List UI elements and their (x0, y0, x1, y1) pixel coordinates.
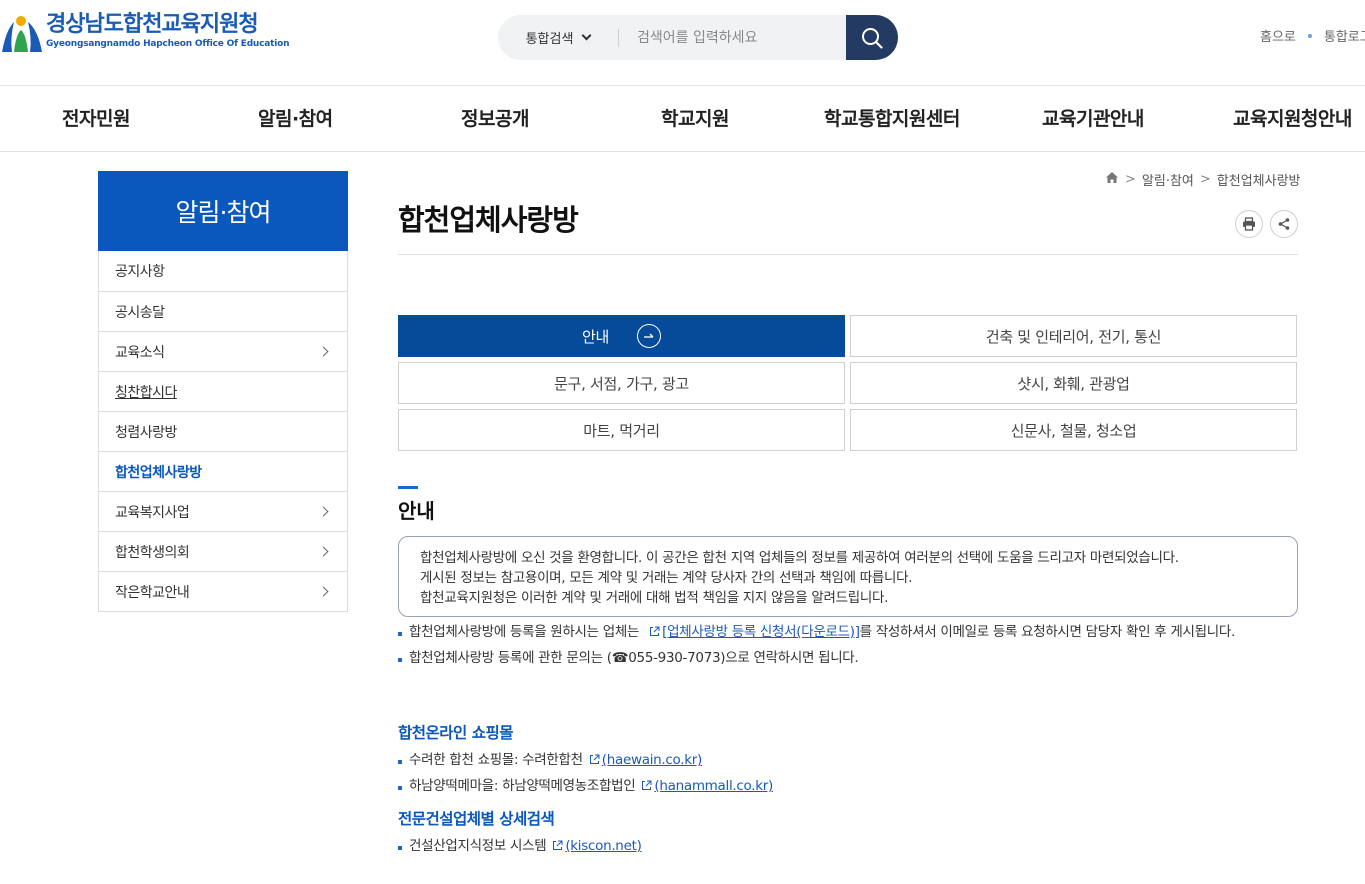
tab-mart-food[interactable]: 마트, 먹거리 (398, 409, 845, 451)
print-button[interactable] (1235, 210, 1263, 238)
gnb-institutions[interactable]: 교육기관안내 (1042, 86, 1144, 152)
search-input[interactable] (619, 15, 846, 60)
chevron-down-icon (581, 30, 592, 41)
side-nav-list: 공지사항 공시송달 교육소식 칭찬합시다 청렴사랑방 합천업체사랑방 교육복지사… (98, 251, 348, 612)
chevron-right-icon (318, 346, 329, 357)
search-button[interactable] (846, 15, 898, 60)
gnb-information-disclosure[interactable]: 정보공개 (461, 86, 529, 152)
notice-box: 합천업체사랑방에 오신 것을 환영합니다. 이 공간은 합천 지역 업체들의 정… (398, 536, 1298, 617)
external-link-icon (642, 780, 652, 790)
notice-line: 합천교육지원청은 이러한 계약 및 거래에 대해 법적 책임을 지지 않음을 알… (420, 590, 889, 606)
notice-line: 게시된 정보는 참고용이며, 모든 계약 및 거래는 계약 당사자 간의 선택과… (420, 570, 913, 586)
page-title: 합천업체사랑방 (398, 203, 579, 237)
tab-newspaper-hardware[interactable]: 신문사, 철물, 청소업 (850, 409, 1297, 451)
haewain-link[interactable]: (haewain.co.kr) (602, 752, 702, 768)
site-header: 경상남도합천교육지원청 Gyeongsangnamdo Hapcheon Off… (0, 0, 1365, 86)
side-nav-title: 알림·참여 (98, 171, 348, 251)
gnb-news-participation[interactable]: 알림·참여 (258, 86, 333, 152)
sidebar-item-notices[interactable]: 공지사항 (99, 251, 347, 291)
integrated-login-link[interactable]: 통합로그인 (1324, 26, 1365, 45)
kiscon-link[interactable]: (kiscon.net) (565, 838, 642, 854)
tab-construction[interactable]: 건축 및 인테리어, 전기, 통신 (850, 315, 1297, 357)
sidebar-item-small-schools[interactable]: 작은학교안내 (99, 571, 347, 611)
construction-list: 건설산업지식정보 시스템 (kiscon.net) (398, 837, 1298, 856)
main-navigation: 전자민원 알림·참여 정보공개 학교지원 학교통합지원센터 교육기관안내 교육지… (0, 86, 1365, 152)
title-divider (398, 254, 1298, 255)
sidebar-item-business-room[interactable]: 합천업체사랑방 (99, 451, 347, 491)
print-icon (1243, 217, 1255, 231)
utility-links: 홈으로 통합로그인 (1260, 26, 1365, 45)
list-item: 합천업체사랑방 등록에 관한 문의는 (☎055-930-7073)으로 연락하… (398, 649, 1298, 668)
arrow-right-icon (637, 324, 661, 348)
logo-korean-name: 경상남도합천교육지원청 (46, 12, 259, 37)
info-list: 합천업체사랑방에 등록을 원하시는 업체는 [업체사랑방 등록 신청서(다운로드… (398, 623, 1298, 668)
sidebar-item-public-service[interactable]: 공시송달 (99, 291, 347, 331)
chevron-right-icon (318, 586, 329, 597)
external-link-icon (589, 754, 600, 764)
gnb-office-info[interactable]: 교육지원청안내 (1233, 86, 1352, 152)
search-scope-label: 통합검색 (525, 32, 574, 47)
external-link-icon (553, 840, 563, 850)
breadcrumb-separator: > (1199, 172, 1211, 187)
registration-form-download-link[interactable]: [업체사랑방 등록 신청서(다운로드)] (662, 624, 860, 640)
home-link[interactable]: 홈으로 (1260, 26, 1296, 45)
list-item: 건설산업지식정보 시스템 (kiscon.net) (398, 837, 1298, 856)
sidebar-item-welfare[interactable]: 교육복지사업 (99, 491, 347, 531)
gnb-civil-service[interactable]: 전자민원 (62, 86, 130, 152)
shopping-mall-title: 합천온라인 쇼핑몰 (398, 724, 513, 742)
breadcrumb: > 알림·참여 > 합천업체사랑방 (1105, 170, 1301, 189)
section-title: 안내 (398, 499, 435, 523)
page-tools (1235, 210, 1298, 238)
breadcrumb-separator: > (1125, 172, 1136, 187)
hanammall-link[interactable]: (hanammall.co.kr) (654, 778, 773, 794)
search-icon (862, 27, 883, 49)
logo-emblem-icon (0, 12, 44, 56)
side-navigation: 알림·참여 공지사항 공시송달 교육소식 칭찬합시다 청렴사랑방 합천업체사랑방… (98, 171, 348, 612)
logo-english-name: Gyeongsangnamdo Hapcheon Office Of Educa… (46, 39, 290, 49)
search-scope-select[interactable]: 통합검색 (498, 28, 618, 47)
site-logo[interactable]: 경상남도합천교육지원청 Gyeongsangnamdo Hapcheon Off… (0, 12, 290, 56)
search-bar: 통합검색 (498, 15, 898, 60)
breadcrumb-level1[interactable]: 알림·참여 (1142, 170, 1194, 189)
share-button[interactable] (1270, 210, 1298, 238)
sidebar-item-student-council[interactable]: 합천학생의회 (99, 531, 347, 571)
list-item: 합천업체사랑방에 등록을 원하시는 업체는 [업체사랑방 등록 신청서(다운로드… (398, 623, 1298, 642)
util-separator (1307, 33, 1312, 38)
chevron-right-icon (318, 546, 329, 557)
notice-line: 합천업체사랑방에 오신 것을 환영합니다. 이 공간은 합천 지역 업체들의 정… (420, 550, 1179, 566)
construction-search-title: 전문건설업체별 상세검색 (398, 810, 555, 828)
list-item: 수려한 합천 쇼핑몰: 수려한합천 (haewain.co.kr) (398, 751, 1298, 770)
share-icon (1278, 218, 1290, 230)
list-item: 하남양떡메마을: 하남양떡메영농조합법인 (hanammall.co.kr) (398, 777, 1298, 796)
home-icon[interactable] (1105, 171, 1119, 188)
external-link-icon (650, 626, 660, 636)
sidebar-item-praise[interactable]: 칭찬합시다 (99, 371, 347, 411)
sidebar-item-education-news[interactable]: 교육소식 (99, 331, 347, 371)
section-accent-bar (398, 486, 418, 489)
shopping-list: 수려한 합천 쇼핑몰: 수려한합천 (haewain.co.kr) 하남양떡메마을… (398, 751, 1298, 796)
tab-stationery[interactable]: 문구, 서점, 가구, 광고 (398, 362, 845, 404)
tab-guide[interactable]: 안내 (398, 315, 845, 357)
chevron-right-icon (318, 506, 329, 517)
sidebar-item-integrity[interactable]: 청렴사랑방 (99, 411, 347, 451)
breadcrumb-current[interactable]: 합천업체사랑방 (1217, 170, 1301, 189)
tab-sash-flowers[interactable]: 샷시, 화훼, 관광업 (850, 362, 1297, 404)
gnb-school-support-center[interactable]: 학교통합지원센터 (824, 86, 960, 152)
gnb-school-support[interactable]: 학교지원 (661, 86, 729, 152)
